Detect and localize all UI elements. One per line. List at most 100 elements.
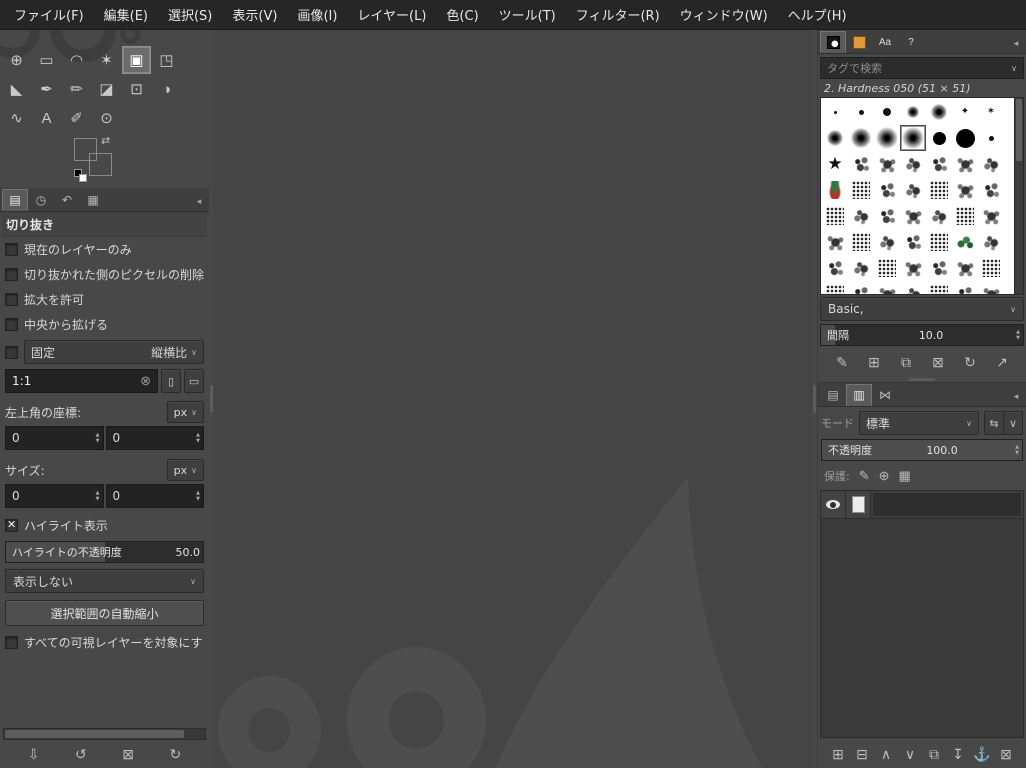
brush-thumbnail[interactable] <box>875 204 899 228</box>
tool-text-button[interactable]: A <box>32 104 61 132</box>
brush-thumbnail[interactable] <box>901 204 925 228</box>
layer-name-field[interactable] <box>873 493 1021 516</box>
brush-thumbnail[interactable] <box>901 152 925 176</box>
tool-bucket-fill-button[interactable]: ◣ <box>2 75 31 103</box>
brush-thumbnail[interactable] <box>927 126 951 150</box>
brush-thumbnail[interactable] <box>849 100 873 124</box>
brush-thumbnail[interactable] <box>979 256 1003 280</box>
merge-down-icon[interactable]: ↧ <box>946 742 970 766</box>
tab-brushes[interactable] <box>820 31 846 53</box>
shrink-merged-checkbox[interactable] <box>5 636 18 649</box>
brush-grid-vscrollbar[interactable] <box>1014 98 1023 294</box>
menu-item[interactable]: ウィンドウ(W) <box>670 0 778 29</box>
option-current-layer-only[interactable]: 現在のレイヤーのみ <box>2 237 207 262</box>
brush-spacing-slider[interactable]: 間隔 10.0 <box>820 324 1024 346</box>
foreground-color-swatch[interactable] <box>74 138 97 161</box>
brush-tag-search-input[interactable]: タグで検索 <box>820 57 1024 79</box>
option-delete-cropped-pixels[interactable]: 切り抜かれた側のピクセルの削除 <box>2 262 207 287</box>
menu-item[interactable]: ファイル(F) <box>4 0 94 29</box>
brush-thumbnail[interactable] <box>901 282 925 294</box>
brush-thumbnail[interactable] <box>953 282 977 294</box>
layer-row[interactable] <box>821 491 1023 519</box>
size-unit-dropdown[interactable]: px <box>166 459 205 481</box>
spinner-arrows-icon[interactable] <box>96 433 100 444</box>
brush-thumbnail[interactable] <box>927 204 951 228</box>
brush-thumbnail[interactable]: ✶ <box>979 100 1003 124</box>
landscape-orientation-button[interactable]: ▭ <box>184 369 205 393</box>
menu-item[interactable]: ツール(T) <box>489 0 566 29</box>
brush-thumbnail[interactable] <box>953 152 977 176</box>
size-height-spinner[interactable]: 0 <box>105 484 205 508</box>
brush-thumbnail[interactable] <box>953 256 977 280</box>
brush-thumbnail[interactable] <box>927 178 951 202</box>
refresh-brushes-icon[interactable]: ↻ <box>958 350 982 374</box>
brush-thumbnail[interactable] <box>953 230 977 254</box>
tool-zoom-button[interactable]: ⊙ <box>92 104 121 132</box>
brush-thumbnail[interactable] <box>823 256 847 280</box>
shrink-merged-row[interactable]: すべての可視レイヤーを対象にす <box>2 630 207 655</box>
brush-thumbnail[interactable]: ★ <box>823 152 847 176</box>
aspect-ratio-input[interactable]: 1:1 <box>5 369 159 393</box>
tool-color-picker-button[interactable]: ✐ <box>62 104 91 132</box>
swap-colors-icon[interactable]: ⇄ <box>101 134 110 147</box>
tab-undo-history[interactable]: ↶ <box>54 189 80 211</box>
brush-thumbnail[interactable] <box>849 282 873 294</box>
brush-thumbnail[interactable] <box>875 282 899 294</box>
size-width-spinner[interactable]: 0 <box>5 484 104 508</box>
brush-thumbnail[interactable] <box>901 230 925 254</box>
tool-eraser-button[interactable]: ◪ <box>92 75 121 103</box>
menu-item[interactable]: フィルター(R) <box>566 0 670 29</box>
highlight-option-row[interactable]: ハイライト表示 <box>2 513 207 538</box>
lock-position-icon[interactable]: ⊕ <box>879 468 890 484</box>
save-tool-preset-icon[interactable]: ⇩ <box>22 742 46 766</box>
duplicate-brush-icon[interactable]: ⧉ <box>894 350 918 374</box>
brush-thumbnail[interactable] <box>979 178 1003 202</box>
tab-tool-options[interactable]: ▤ <box>2 189 28 211</box>
brush-thumbnail[interactable] <box>849 152 873 176</box>
anchor-layer-icon[interactable]: ⚓ <box>970 742 994 766</box>
brush-thumbnail[interactable] <box>823 230 847 254</box>
new-brush-icon[interactable]: ⊞ <box>862 350 886 374</box>
highlight-checkbox[interactable] <box>5 518 18 532</box>
brush-thumbnail[interactable] <box>849 126 873 150</box>
fixed-aspect-dropdown[interactable]: 固定 縦横比 <box>24 340 205 364</box>
scrollbar-thumb[interactable] <box>5 730 184 738</box>
dock-menu-icon[interactable] <box>1008 386 1024 406</box>
option-allow-growing[interactable]: 拡大を許可 <box>2 287 207 312</box>
checkbox[interactable] <box>5 318 18 331</box>
brush-thumbnail[interactable] <box>875 230 899 254</box>
position-y-spinner[interactable]: 0 <box>105 426 205 450</box>
brush-thumbnail[interactable] <box>875 126 899 150</box>
layer-mode-dropdown[interactable]: 標準 <box>859 411 979 435</box>
tool-crop-button[interactable]: ▣ <box>122 46 151 74</box>
switch-mode-group-icon[interactable]: ⇆ <box>984 411 1004 435</box>
lock-pixels-icon[interactable]: ✎ <box>859 468 870 484</box>
brush-thumbnail[interactable] <box>823 204 847 228</box>
fixed-checkbox[interactable] <box>5 345 18 359</box>
new-layer-group-icon[interactable]: ⊟ <box>850 742 874 766</box>
highlight-opacity-slider[interactable]: ハイライトの不透明度 50.0 <box>5 541 205 563</box>
layer-opacity-slider[interactable]: 不透明度 100.0 <box>821 439 1023 461</box>
tool-free-select-button[interactable]: ◠ <box>62 46 91 74</box>
default-colors-icon[interactable] <box>74 169 90 183</box>
brush-thumbnail[interactable] <box>953 126 977 150</box>
tool-clone-button[interactable]: ⊡ <box>122 75 151 103</box>
dock-menu-icon[interactable] <box>1008 33 1024 53</box>
spinner-arrows-icon[interactable] <box>96 491 100 502</box>
raise-layer-icon[interactable]: ∧ <box>874 742 898 766</box>
brush-thumbnail[interactable]: ✦ <box>953 100 977 124</box>
delete-layer-icon[interactable]: ⊠ <box>994 742 1018 766</box>
tab-device-status[interactable]: ◷ <box>28 189 54 211</box>
position-unit-dropdown[interactable]: px <box>166 401 205 423</box>
reset-tool-options-icon[interactable]: ↻ <box>163 742 187 766</box>
brush-thumbnail[interactable] <box>901 100 925 124</box>
canvas[interactable] <box>214 30 812 768</box>
brush-thumbnail[interactable] <box>953 178 977 202</box>
option-expand-from-center[interactable]: 中央から拡げる <box>2 312 207 337</box>
tool-transform-button[interactable]: ◳ <box>152 46 181 74</box>
tool-fuzzy-select-button[interactable]: ✶ <box>92 46 121 74</box>
brush-thumbnail[interactable] <box>927 152 951 176</box>
clear-ratio-icon[interactable] <box>140 373 151 389</box>
tab-paths[interactable]: ⋈ <box>872 384 898 406</box>
spinner-arrows-icon[interactable] <box>196 433 200 444</box>
